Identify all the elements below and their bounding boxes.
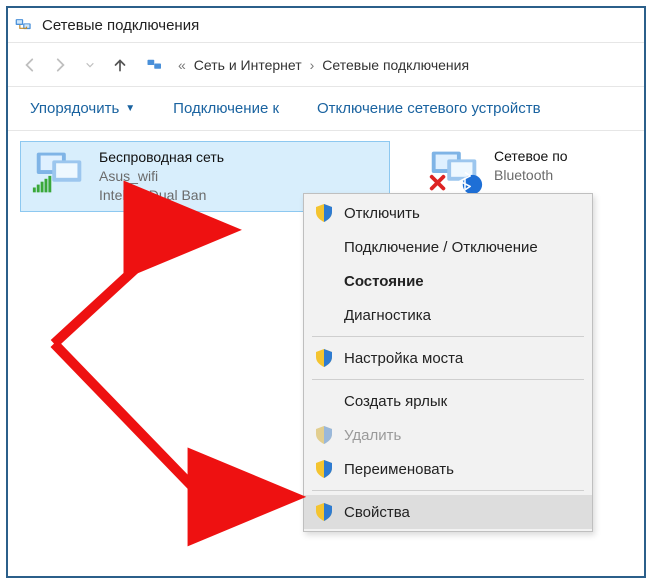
up-button[interactable] [106,51,134,79]
recent-dropdown[interactable] [76,51,104,79]
organize-label: Упорядочить [30,100,119,117]
ctx-label: Отключить [344,205,420,222]
ctx-toggle-connection[interactable]: Подключение / Отключение [304,230,592,264]
ctx-label: Подключение / Отключение [344,239,538,256]
bluetooth-adapter-icon [424,147,486,195]
ctx-label: Состояние [344,273,424,290]
ctx-label: Переименовать [344,461,454,478]
ctx-rename[interactable]: Переименовать [304,452,592,486]
disable-device-button[interactable]: Отключение сетевого устройств [309,96,549,121]
connection-line2: Bluetooth [494,166,568,185]
shield-icon [314,425,334,445]
window-title: Сетевые подключения [42,17,199,34]
ctx-diagnose[interactable]: Диагностика [304,298,592,332]
ctx-label: Удалить [344,427,401,444]
toolbar: Упорядочить ▼ Подключение к Отключение с… [8,86,644,130]
chevron-right-icon: › [310,57,315,73]
separator [312,379,584,380]
ctx-create-shortcut[interactable]: Создать ярлык [304,384,592,418]
separator [312,490,584,491]
network-connections-icon [14,15,34,35]
chevron-left-icon: « [178,57,186,73]
ctx-properties[interactable]: Свойства [304,495,592,529]
connection-ssid: Asus_wifi [99,167,224,186]
ctx-label: Свойства [344,504,410,521]
ctx-label: Создать ярлык [344,393,447,410]
organize-button[interactable]: Упорядочить ▼ [22,96,143,121]
back-button[interactable] [16,51,44,79]
content-area: Беспроводная сеть Asus_wifi Intel(R) Dua… [8,130,644,576]
ctx-delete: Удалить [304,418,592,452]
connect-to-label: Подключение к [173,100,279,117]
breadcrumb-part-1[interactable]: Сеть и Интернет [194,57,302,73]
ctx-label: Диагностика [344,307,431,324]
ctx-status[interactable]: Состояние [304,264,592,298]
ctx-bridge[interactable]: Настройка моста [304,341,592,375]
connection-name: Беспроводная сеть [99,148,224,167]
breadcrumb-icon [146,56,164,74]
breadcrumb-part-2[interactable]: Сетевые подключения [322,57,469,73]
breadcrumb[interactable]: « Сеть и Интернет › Сетевые подключения [146,56,469,74]
shield-icon [314,348,334,368]
separator [312,336,584,337]
context-menu: Отключить Подключение / Отключение Состо… [303,193,593,532]
forward-button[interactable] [46,51,74,79]
ctx-disable[interactable]: Отключить [304,196,592,230]
connection-bluetooth[interactable]: Сетевое по Bluetooth [416,141,646,201]
chevron-down-icon: ▼ [125,103,135,114]
ctx-label: Настройка моста [344,350,463,367]
title-bar: Сетевые подключения [8,8,644,42]
wifi-adapter-icon [29,148,91,196]
connection-adapter: Intel(R) Dual Ban [99,186,224,205]
shield-icon [314,459,334,479]
connection-name: Сетевое по [494,147,568,166]
connect-to-button[interactable]: Подключение к [165,96,287,121]
nav-row: « Сеть и Интернет › Сетевые подключения [8,42,644,86]
shield-icon [314,502,334,522]
disable-device-label: Отключение сетевого устройств [317,100,541,117]
shield-icon [314,203,334,223]
